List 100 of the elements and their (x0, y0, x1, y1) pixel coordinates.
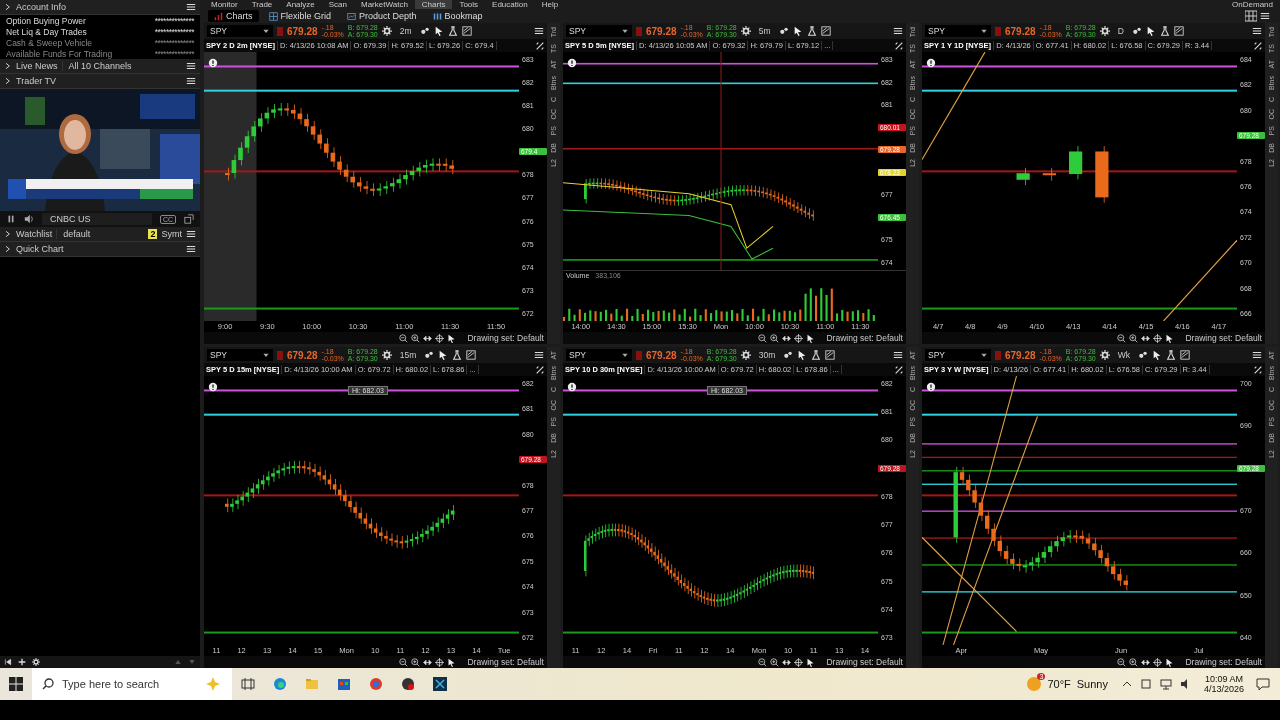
crosshair-icon[interactable] (435, 657, 445, 667)
settings-icon[interactable] (32, 658, 40, 666)
menu-icon[interactable] (1252, 26, 1262, 36)
pan-icon[interactable] (423, 333, 433, 343)
channel-selector[interactable]: All 10 Channels (61, 61, 138, 71)
trading-app-icon[interactable] (433, 677, 447, 691)
chevron-icon[interactable] (4, 3, 12, 11)
zoom-out-icon[interactable] (758, 333, 768, 343)
settings-icon[interactable] (1099, 350, 1110, 360)
crosshair-icon[interactable] (1153, 657, 1163, 667)
menu-icon[interactable] (534, 350, 544, 360)
section-title[interactable]: Live News (16, 61, 58, 71)
style-icon[interactable] (419, 26, 430, 36)
symbol-field[interactable]: SPY (207, 349, 273, 361)
flask-icon[interactable] (447, 26, 458, 36)
crosshair-icon[interactable] (435, 333, 445, 343)
section-title[interactable]: Watchlist (16, 229, 53, 239)
pointer-icon[interactable] (797, 350, 808, 360)
pointer-icon[interactable] (438, 350, 449, 360)
drawing-tools-icon[interactable] (1173, 26, 1184, 36)
dropdown-caret-icon[interactable] (980, 27, 988, 35)
task-view-icon[interactable] (241, 677, 255, 691)
symbol-field[interactable]: SPY (925, 349, 991, 361)
style-icon[interactable] (1131, 26, 1142, 36)
zoom-out-icon[interactable] (1117, 333, 1127, 343)
symbol-field[interactable]: SPY (207, 25, 273, 37)
timeframe-button[interactable]: 2m (395, 26, 416, 36)
zoom-in-icon[interactable] (411, 657, 421, 667)
menu-icon[interactable] (186, 229, 196, 239)
drawing-tools-icon[interactable] (1180, 350, 1191, 360)
menu-icon[interactable] (186, 2, 196, 12)
menu-icon[interactable] (893, 350, 903, 360)
flask-icon[interactable] (811, 350, 822, 360)
alert-icon[interactable] (208, 382, 218, 392)
dropdown-caret-icon[interactable] (980, 351, 988, 359)
pointer-icon[interactable] (433, 26, 444, 36)
alert-icon[interactable] (567, 58, 577, 68)
link-icon[interactable] (894, 40, 904, 51)
sub-tab[interactable]: Product Depth (341, 10, 423, 22)
symbol-field[interactable]: SPY (566, 25, 632, 37)
flask-icon[interactable] (452, 350, 463, 360)
chevron-up-icon[interactable] (1121, 679, 1132, 689)
menu-tab[interactable]: Tools (452, 0, 486, 9)
speaker-icon[interactable] (24, 214, 34, 224)
browser-icon[interactable] (369, 677, 383, 691)
crosshair-icon[interactable] (794, 657, 804, 667)
section-title[interactable]: Account Info (16, 2, 67, 12)
style-icon[interactable] (778, 26, 789, 36)
pointer-icon[interactable] (1145, 26, 1156, 36)
pointer-icon[interactable] (792, 26, 803, 36)
menu-tab[interactable]: Help (534, 0, 566, 9)
zoom-in-icon[interactable] (411, 333, 421, 343)
recorder-icon[interactable] (401, 677, 415, 691)
menu-tab[interactable]: Analyze (279, 0, 322, 9)
watchlist-selector[interactable]: default (56, 229, 97, 239)
sub-tab[interactable]: Charts (208, 10, 259, 22)
add-icon[interactable] (18, 658, 26, 666)
menu-tab[interactable]: Trade (244, 0, 280, 9)
flask-icon[interactable] (1166, 350, 1177, 360)
drawing-set-label[interactable]: Drawing set: Default (1185, 333, 1262, 343)
zoom-out-icon[interactable] (399, 333, 409, 343)
menu-icon[interactable] (186, 61, 196, 71)
menu-tab[interactable]: MarketWatch (354, 0, 415, 9)
timeframe-button[interactable]: D (1113, 26, 1128, 36)
zoom-out-icon[interactable] (758, 657, 768, 667)
link-icon[interactable] (1253, 364, 1263, 375)
menu-tab[interactable]: Scan (321, 0, 354, 9)
menu-tab[interactable]: Charts (414, 0, 453, 9)
alert-icon[interactable] (567, 382, 577, 392)
alert-icon[interactable] (926, 382, 936, 392)
link-icon[interactable] (894, 364, 904, 375)
ondemand-button[interactable]: OnDemand (1225, 0, 1280, 9)
pause-icon[interactable] (6, 214, 16, 224)
pointer-icon[interactable] (1152, 350, 1163, 360)
menu-tab[interactable]: Monitor (204, 0, 245, 9)
timeframe-button[interactable]: 5m (754, 26, 775, 36)
menu-tab[interactable]: Education (485, 0, 535, 9)
flask-icon[interactable] (1159, 26, 1170, 36)
symbol-field[interactable]: SPY (566, 349, 632, 361)
settings-icon[interactable] (740, 26, 751, 36)
flask-icon[interactable] (806, 26, 817, 36)
drawing-tools-icon[interactable] (820, 26, 831, 36)
drawing-tools-icon[interactable] (461, 26, 472, 36)
pan-icon[interactable] (423, 657, 433, 667)
dropdown-caret-icon[interactable] (621, 27, 629, 35)
first-icon[interactable] (4, 658, 12, 666)
pan-icon[interactable] (1141, 333, 1151, 343)
pan-icon[interactable] (1141, 657, 1151, 667)
sub-tab[interactable]: Flexible Grid (262, 10, 338, 22)
zoom-out-icon[interactable] (399, 657, 409, 667)
windows-start-icon[interactable] (9, 677, 23, 691)
zoom-in-icon[interactable] (1129, 333, 1139, 343)
link-icon[interactable] (535, 40, 545, 51)
link-icon[interactable] (535, 364, 545, 375)
timeframe-button[interactable]: 15m (395, 350, 421, 360)
style-icon[interactable] (783, 350, 794, 360)
zoom-out-icon[interactable] (1117, 657, 1127, 667)
section-title[interactable]: Quick Chart (16, 244, 64, 254)
drawing-set-label[interactable]: Drawing set: Default (1185, 657, 1262, 667)
settings-icon[interactable] (1099, 26, 1110, 36)
